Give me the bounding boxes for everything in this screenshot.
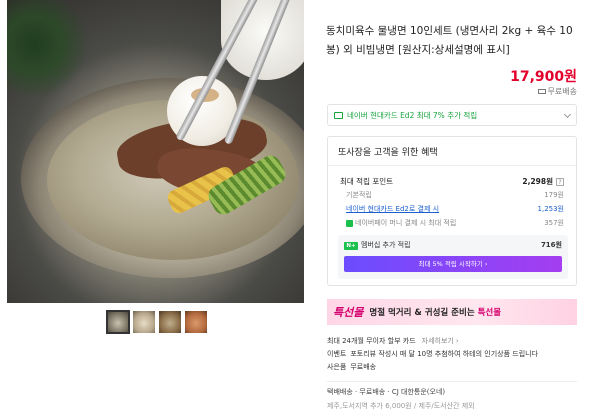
event-row: 이벤트 포토리뷰 작성시 매 달 10명 추첨하여 하테의 인기상품 드립니다: [327, 347, 577, 360]
benefit-heading: 또사장을 고객을 위한 혜택: [328, 137, 576, 166]
help-icon[interactable]: ?: [556, 177, 564, 186]
info-list: 최대 24개월 무이자 할부 카드 자세히보기 이벤트 포토리뷰 작성시 매 달…: [327, 334, 577, 373]
delivery-line-1: 택배배송 · 무료배송 · CJ 대한통운(오네): [327, 388, 446, 396]
points-label: 네이버페이 머니 결제 시 최대 적립: [355, 219, 457, 227]
gift-key: 사은품: [327, 362, 347, 371]
naverpay-icon: [346, 219, 353, 227]
shipping-row: 무료배송: [326, 86, 577, 97]
card-promo-banner[interactable]: 네이버 현대카드 Ed2 최대 7% 추가 적립: [327, 104, 577, 126]
points-row-card[interactable]: 네이버 현대카드 Ed2로 결제 시 1,253원: [340, 202, 564, 216]
promo-text-prefix: 명절 먹거리 & 귀성길 준비는: [369, 308, 478, 318]
nplus-badge: N+: [344, 242, 358, 250]
thumbnail-strip: [106, 310, 207, 334]
points-label-link[interactable]: 네이버 현대카드 Ed2로 결제 시: [340, 204, 439, 214]
points-label: 기본적립: [346, 191, 372, 199]
benefit-body: 최대 적립 포인트 2,298원? 기본적립 179원 네이버 현대카드 Ed2…: [328, 166, 576, 279]
divider: [327, 381, 577, 382]
pine-decoration: [7, 0, 97, 110]
product-main-image: [7, 0, 304, 303]
promo-highlight: 특선몰: [477, 308, 502, 318]
max-points-row: 최대 적립 포인트 2,298원?: [340, 174, 564, 188]
points-row-money: 네이버페이 머니 결제 시 최대 적립 357원: [340, 216, 564, 230]
product-price: 17,900원: [510, 69, 577, 85]
thumbnail-1[interactable]: [106, 310, 130, 334]
membership-start-button[interactable]: 최대 5% 적립 시작하기 ›: [344, 256, 562, 272]
thumbnail-4[interactable]: [185, 311, 207, 333]
chevron-down-icon[interactable]: [563, 110, 572, 119]
price-row: 17,900원: [326, 66, 577, 86]
benefit-box: 또사장을 고객을 위한 혜택 최대 적립 포인트 2,298원? 기본적립 17…: [327, 136, 577, 286]
points-row-basic: 기본적립 179원: [340, 188, 564, 202]
max-points-value: 2,298원: [522, 176, 553, 186]
promo-text: 명절 먹거리 & 귀성길 준비는 특선몰: [369, 306, 501, 318]
delivery-line-2: 제주,도서지역 추가 6,000원 / 제주/도서산간 제외: [327, 402, 475, 410]
membership-label: 멤버십 추가 적립: [361, 241, 411, 249]
points-value: 357원: [544, 219, 564, 227]
membership-value: 716원: [540, 241, 562, 249]
product-title: 동치미육수 물냉면 10인세트 (냉면사리 2kg + 육수 10봉) 외 비빔…: [326, 25, 573, 56]
points-value: 1,253원: [537, 205, 564, 213]
points-value: 179원: [544, 191, 564, 199]
thumbnail-2[interactable]: [133, 311, 155, 333]
gift-text: 무료배송: [350, 362, 377, 371]
card-icon: [334, 111, 343, 119]
installment-row: 최대 24개월 무이자 할부 카드 자세히보기: [327, 334, 577, 347]
installment-more-link[interactable]: 자세히보기: [422, 336, 459, 346]
thumbnail-3[interactable]: [159, 311, 181, 333]
max-points-label: 최대 적립 포인트: [340, 176, 394, 186]
promo-banner[interactable]: 특선몰 명절 먹거리 & 귀성길 준비는 특선몰: [327, 299, 577, 325]
gift-row: 사은품 무료배송: [327, 360, 577, 373]
promo-logo: 특선몰: [333, 306, 364, 319]
delivery-info: 택배배송 · 무료배송 · CJ 대한통운(오네) 제주,도서지역 추가 6,0…: [327, 387, 577, 411]
truck-icon: [537, 89, 546, 94]
membership-row: N+ 멤버십 추가 적립 716원: [344, 239, 562, 251]
shipping-label: 무료배송: [547, 87, 577, 96]
installment-text: 최대 24개월 무이자 할부 카드: [327, 336, 416, 345]
event-key: 이벤트: [327, 349, 347, 358]
event-text: 포토리뷰 작성시 매 달 10명 추첨하여 하테의 인기상품 드립니다: [350, 349, 539, 358]
card-promo-text: 네이버 현대카드 Ed2 최대 7% 추가 적립: [347, 110, 478, 120]
membership-box: N+ 멤버십 추가 적립 716원 최대 5% 적립 시작하기 ›: [338, 235, 568, 279]
